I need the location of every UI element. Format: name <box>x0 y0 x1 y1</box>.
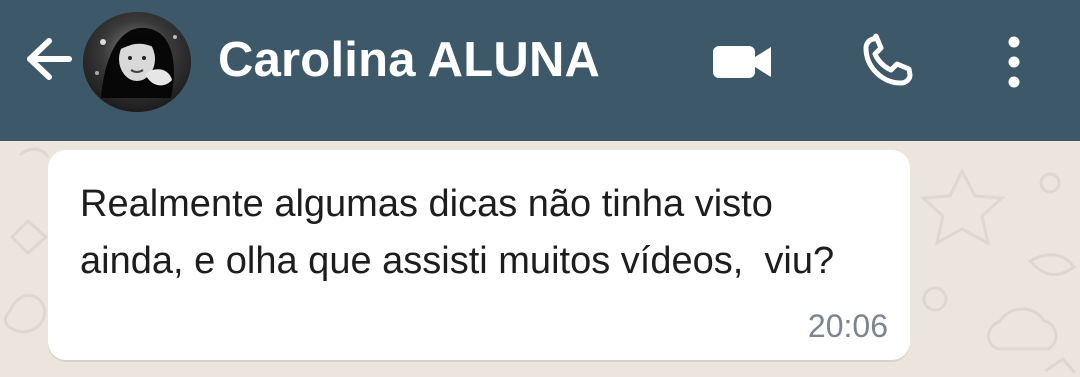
profile-photo <box>83 12 191 112</box>
video-call-button[interactable] <box>700 24 784 100</box>
message-text: Realmente algumas dicas não tinha visto … <box>80 183 835 282</box>
video-camera-icon <box>713 46 771 78</box>
incoming-message-bubble[interactable]: Realmente algumas dicas não tinha visto … <box>48 150 910 360</box>
avatar[interactable] <box>83 12 191 112</box>
chat-screen: Carolina ALUNA Realmente algumas dicas n… <box>0 0 1080 377</box>
voice-call-button[interactable] <box>845 24 929 100</box>
chat-header: Carolina ALUNA <box>0 0 1080 141</box>
more-options-button[interactable] <box>972 24 1056 100</box>
contact-name[interactable]: Carolina ALUNA <box>218 25 600 95</box>
more-vertical-icon <box>1008 36 1020 88</box>
back-button[interactable] <box>18 30 80 88</box>
back-arrow-icon <box>27 38 72 80</box>
phone-icon <box>863 33 913 86</box>
chat-area: Realmente algumas dicas não tinha visto … <box>0 141 1080 377</box>
message-timestamp: 20:06 <box>807 308 888 344</box>
